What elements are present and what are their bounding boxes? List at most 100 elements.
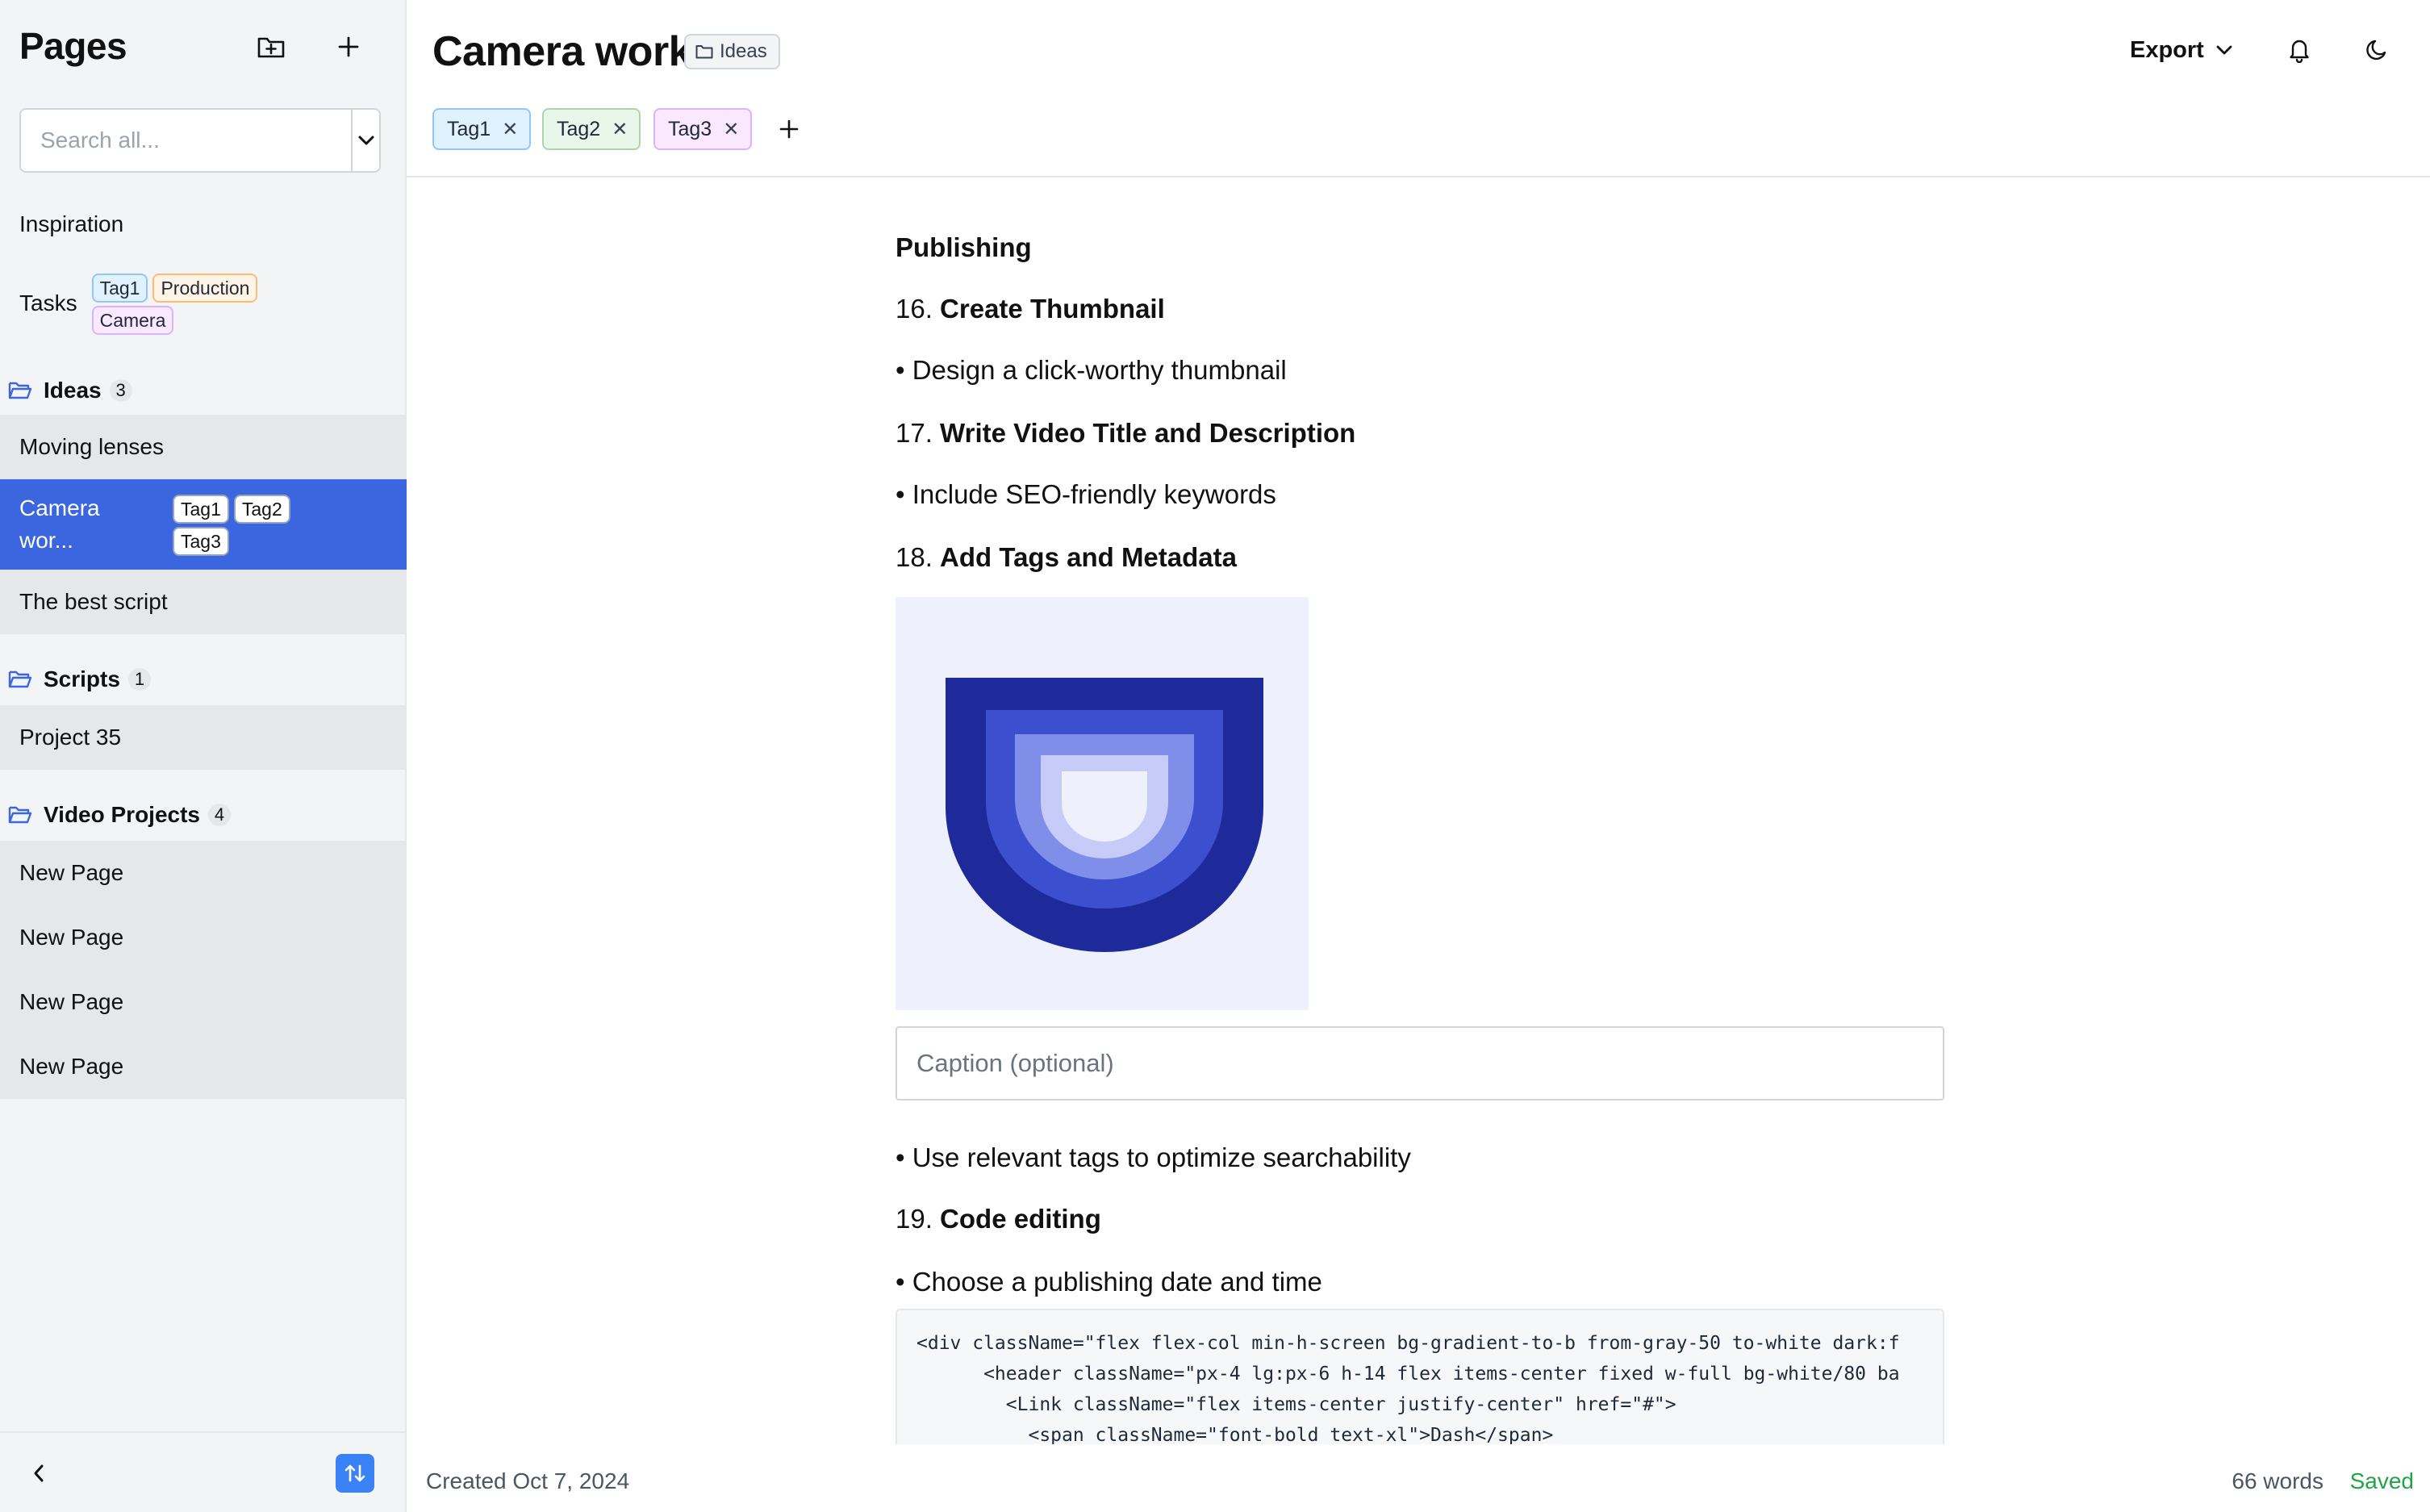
collapse-sidebar-button[interactable] bbox=[23, 1457, 55, 1489]
sidebar-page-project-35[interactable]: Project 35 bbox=[0, 705, 407, 770]
tag-chip-tag2[interactable]: Tag2 ✕ bbox=[542, 108, 641, 150]
add-tag-button[interactable] bbox=[771, 111, 807, 147]
notifications-button[interactable] bbox=[2282, 32, 2317, 68]
save-status: Saved bbox=[2349, 1468, 2414, 1493]
page-label: Camera wor... bbox=[19, 492, 173, 557]
sidebar-item-label: Tasks bbox=[19, 290, 77, 315]
bullet-item[interactable]: • Include SEO-friendly keywords bbox=[896, 479, 1276, 510]
folder-open-icon bbox=[8, 806, 32, 824]
list-title: Add Tags and Metadata bbox=[940, 542, 1237, 572]
sidebar-footer bbox=[0, 1431, 407, 1512]
plus-icon bbox=[338, 36, 359, 57]
sidebar-page-the-best-script[interactable]: The best script bbox=[0, 570, 407, 634]
folder-scripts[interactable]: Scripts 1 bbox=[0, 662, 407, 697]
page-label: New Page bbox=[19, 1054, 124, 1079]
folder-plus-icon bbox=[257, 37, 285, 58]
tag-chip: Tag3 bbox=[173, 527, 229, 556]
sidebar-page-camera-work[interactable]: Camera wor... Tag1 Tag2Tag3 bbox=[0, 479, 407, 570]
sort-arrows-icon bbox=[344, 1464, 365, 1482]
code-line: <div className="flex flex-col min-h-scre… bbox=[916, 1333, 1900, 1354]
sidebar-page-new-page[interactable]: New Page bbox=[0, 1034, 407, 1099]
sidebar-page-new-page[interactable]: New Page bbox=[0, 841, 407, 905]
list-number: 19. bbox=[896, 1204, 933, 1234]
created-date: Created Oct 7, 2024 bbox=[426, 1468, 630, 1493]
folder-name: Video Projects bbox=[44, 802, 201, 827]
sidebar-page-moving-lenses[interactable]: Moving lenses bbox=[0, 415, 407, 479]
search-filter-dropdown[interactable] bbox=[351, 110, 379, 171]
page-label: New Page bbox=[19, 860, 124, 885]
sidebar-item-inspiration[interactable]: Inspiration bbox=[19, 211, 123, 237]
export-button[interactable]: Export bbox=[2130, 29, 2233, 71]
sidebar-title: Pages bbox=[19, 25, 127, 67]
tag-chip: Camera bbox=[91, 306, 174, 335]
search-input[interactable] bbox=[21, 110, 351, 171]
tag-remove-icon[interactable]: ✕ bbox=[723, 118, 739, 141]
sidebar-page-new-page[interactable]: New Page bbox=[0, 970, 407, 1034]
chevron-down-icon bbox=[2216, 45, 2232, 55]
folder-count-badge: 4 bbox=[208, 804, 232, 826]
bullet-item[interactable]: • Design a click-worthy thumbnail bbox=[896, 355, 1287, 386]
tag-remove-icon[interactable]: ✕ bbox=[502, 118, 518, 141]
list-number: 17. bbox=[896, 418, 933, 448]
tag-label: Tag1 bbox=[447, 117, 491, 140]
numbered-heading[interactable]: 17. Write Video Title and Description bbox=[896, 418, 1355, 449]
tag-chip: Tag2 bbox=[233, 495, 290, 524]
folder-open-icon bbox=[8, 382, 32, 399]
new-page-button[interactable] bbox=[331, 29, 366, 65]
folder-count-badge: 1 bbox=[127, 668, 151, 691]
search-box bbox=[19, 108, 381, 173]
editor-content[interactable]: Publishing 16. Create Thumbnail • Design… bbox=[896, 178, 1944, 1444]
tag-label: Tag2 bbox=[557, 117, 601, 140]
status-bar: Created Oct 7, 2024 66 words Saved bbox=[407, 1444, 2430, 1512]
numbered-heading[interactable]: 16. Create Thumbnail bbox=[896, 294, 1165, 324]
tag-list: Tag1 Production Camera bbox=[91, 271, 286, 336]
tag-label: Tag3 bbox=[668, 117, 712, 140]
sidebar-item-tasks[interactable]: Tasks Tag1 Production Camera bbox=[19, 271, 390, 336]
page-label: New Page bbox=[19, 925, 124, 950]
bullet-item[interactable]: • Choose a publishing date and time bbox=[896, 1267, 1322, 1297]
sidebar: Pages Inspiration Tasks Tag1ProductionCa… bbox=[0, 0, 407, 1512]
sidebar-item-label: Inspiration bbox=[19, 211, 124, 236]
list-number: 18. bbox=[896, 542, 933, 572]
folder-icon bbox=[695, 45, 713, 59]
folder-video-projects[interactable]: Video Projects 4 bbox=[0, 797, 407, 833]
list-number: 16. bbox=[896, 294, 933, 324]
new-folder-button[interactable] bbox=[253, 29, 289, 65]
code-block[interactable]: <div className="flex flex-col min-h-scre… bbox=[896, 1309, 1944, 1444]
tag-chip: Tag1 bbox=[91, 274, 148, 303]
folder-name: Scripts bbox=[44, 666, 120, 691]
page-label-line: wor... bbox=[19, 528, 73, 553]
chevron-down-icon bbox=[358, 136, 374, 145]
tag-chip-tag1[interactable]: Tag1 ✕ bbox=[432, 108, 532, 150]
plus-icon bbox=[779, 119, 799, 139]
bell-icon bbox=[2290, 40, 2309, 63]
code-line: <header className="px-4 lg:px-6 h-14 fle… bbox=[916, 1364, 1900, 1385]
logo-image bbox=[946, 678, 1263, 952]
numbered-heading[interactable]: 18. Add Tags and Metadata bbox=[896, 542, 1237, 573]
embedded-image[interactable] bbox=[896, 597, 1309, 1010]
list-title: Write Video Title and Description bbox=[940, 418, 1356, 448]
folder-ideas[interactable]: Ideas 3 bbox=[0, 373, 407, 408]
tag-remove-icon[interactable]: ✕ bbox=[612, 118, 628, 141]
theme-toggle-button[interactable] bbox=[2359, 32, 2395, 68]
page-title[interactable]: Camera work bbox=[432, 27, 692, 76]
tag-chip: Production bbox=[152, 274, 258, 303]
folder-chip[interactable]: Ideas bbox=[684, 34, 780, 69]
page-header: Camera work Ideas Export Tag1 ✕ Tag2 ✕ T… bbox=[407, 0, 2430, 178]
chevron-left-icon bbox=[34, 1464, 44, 1482]
caption-input[interactable] bbox=[896, 1026, 1944, 1101]
tag-chip-tag3[interactable]: Tag3 ✕ bbox=[653, 108, 753, 150]
tag-chip: Tag1 bbox=[173, 495, 229, 524]
sidebar-page-new-page[interactable]: New Page bbox=[0, 905, 407, 970]
code-line: <Link className="flex items-center justi… bbox=[916, 1394, 1676, 1415]
word-count: 66 words bbox=[2232, 1468, 2324, 1493]
numbered-heading[interactable]: 19. Code editing bbox=[896, 1204, 1101, 1234]
sort-button[interactable] bbox=[336, 1454, 374, 1493]
folder-open-icon bbox=[8, 670, 32, 688]
page-label: The best script bbox=[19, 589, 168, 614]
export-label: Export bbox=[2130, 36, 2204, 63]
section-heading[interactable]: Publishing bbox=[896, 232, 1032, 263]
folder-count-badge: 3 bbox=[109, 379, 132, 402]
list-title: Create Thumbnail bbox=[940, 294, 1165, 324]
bullet-item[interactable]: • Use relevant tags to optimize searchab… bbox=[896, 1142, 1411, 1173]
